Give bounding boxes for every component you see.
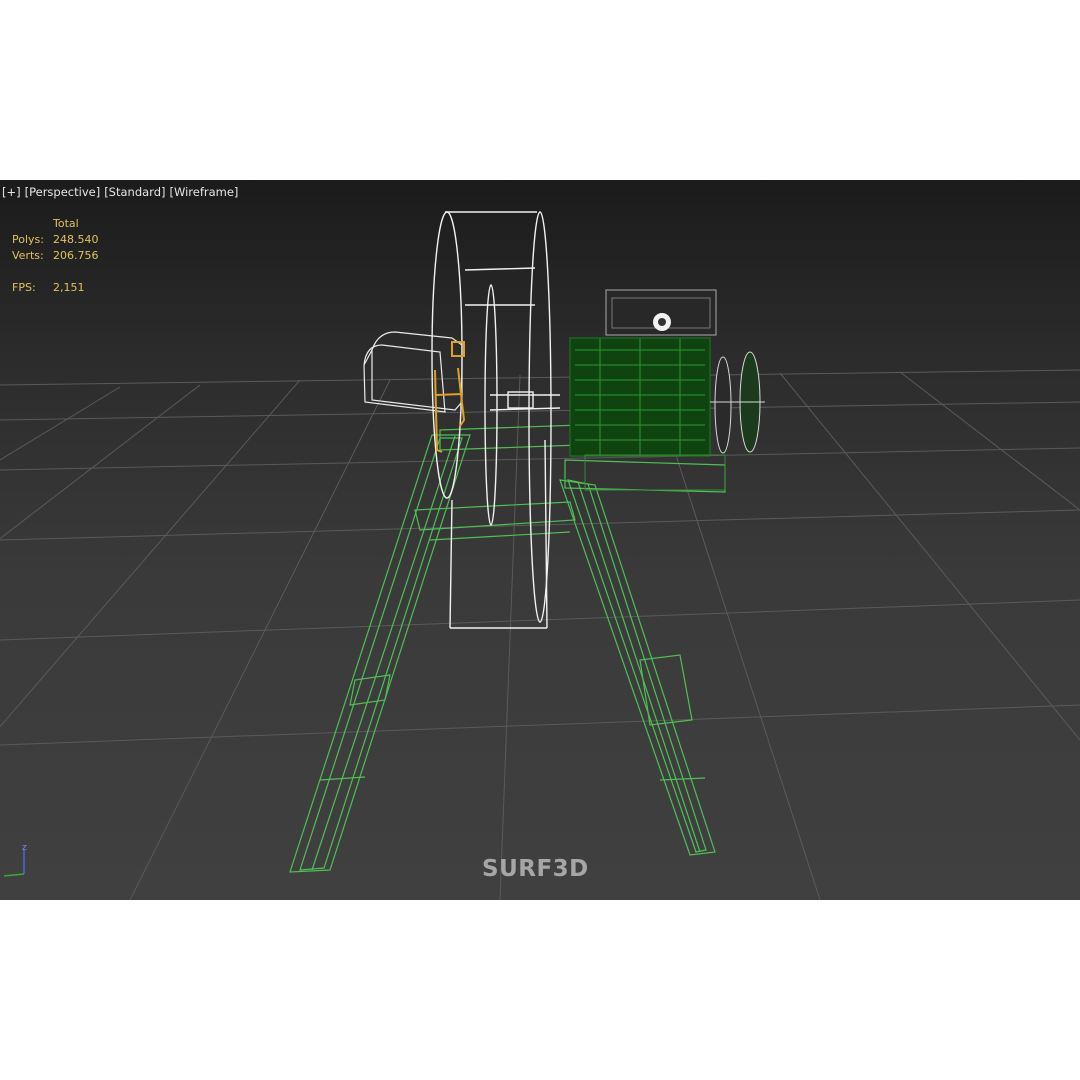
scene-wireframe[interactable]	[0, 180, 1080, 900]
polys-label: Polys:	[12, 233, 44, 246]
viewport-display-mode-menu[interactable]: [Wireframe]	[169, 185, 238, 199]
ground-grid	[0, 369, 1080, 900]
verts-label: Verts:	[12, 249, 44, 262]
motor-wireframe[interactable]	[569, 337, 765, 491]
gizmo-z-label: z	[22, 843, 27, 853]
verts-value: 206.756	[53, 249, 99, 262]
watermark-logo: SURF3D	[482, 856, 589, 882]
fps-label: FPS:	[12, 281, 36, 294]
viewport-view-menu[interactable]: [Perspective]	[25, 185, 101, 199]
gearbox-wireframe[interactable]	[363, 331, 463, 413]
viewport-plus-menu[interactable]: [+]	[2, 185, 21, 199]
stats-header: Total	[53, 217, 79, 230]
axis-gizmo-icon: z	[3, 843, 27, 877]
fps-value: 2,151	[53, 281, 85, 294]
stand-wireframe[interactable]	[289, 424, 726, 873]
drum-wireframe[interactable]	[431, 211, 561, 629]
viewport-label-menu[interactable]: [+] [Perspective] [Standard] [Wireframe]	[2, 185, 238, 199]
viewport-shading-mode-menu[interactable]: [Standard]	[104, 185, 165, 199]
polys-value: 248.540	[53, 233, 99, 246]
top-unit-wireframe[interactable]	[605, 289, 717, 336]
viewport-statistics: Total Polys: 248.540 Verts: 206.756 FPS: 2,…	[12, 216, 99, 296]
3d-viewport[interactable]: [+] [Perspective] [Standard] [Wireframe]…	[0, 180, 1080, 900]
